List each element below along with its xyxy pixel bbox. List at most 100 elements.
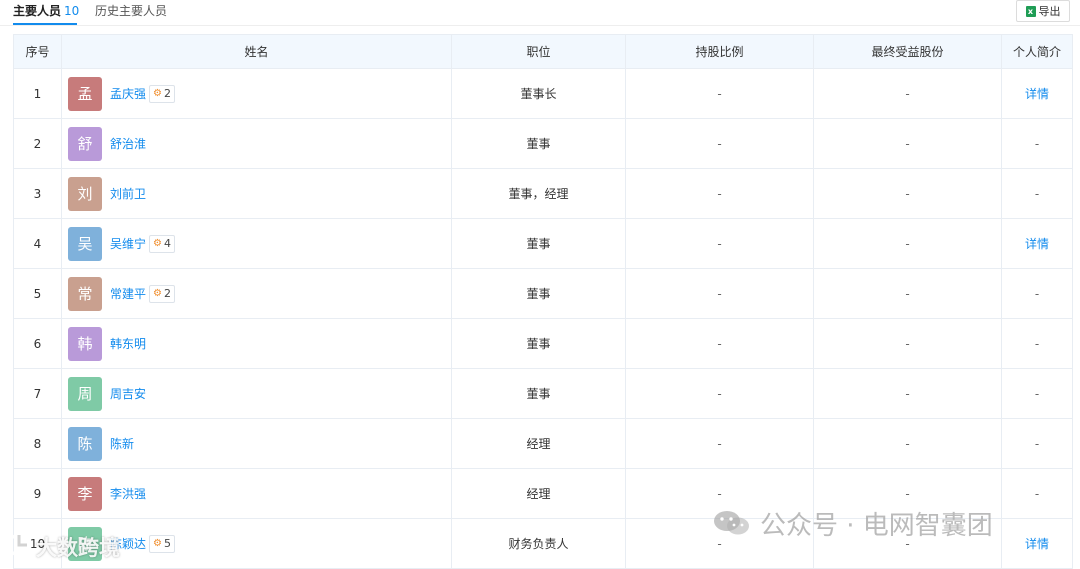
seq-cell: 8 [13,418,62,469]
table-row: 6 韩韩东明 董事 - - - [13,318,1073,369]
table-header-row: 序号 姓名 职位 持股比例 最终受益股份 个人简介 [13,34,1073,69]
profile-cell: - [1001,468,1073,519]
name-cell: 周周吉安 [61,368,452,419]
watermark-brand: 大数跨境 [6,530,120,564]
profile-detail-link[interactable]: 详情 [1001,518,1073,569]
table-body: 1 孟孟庆强 ⚙ 2 董事长 - - 详情 2 舒舒治淮 董事 - - -3 刘刘前卫 董事，经理 - - -4 吴吴… [13,68,1073,569]
person-name-link[interactable]: 刘前卫 [110,185,146,202]
profile-detail-link[interactable]: 详情 [1001,68,1073,119]
position-cell: 经理 [451,468,626,519]
relation-badge[interactable]: ⚙ 5 [149,534,175,553]
profile-cell: - [1001,418,1073,469]
shareholding-cell: - [625,418,814,469]
shareholding-cell: - [625,218,814,269]
relation-badge[interactable]: ⚙ 2 [149,284,175,303]
tab-main-personnel-label: 主要人员 [13,4,62,18]
avatar: 舒 [68,126,102,161]
relation-count: 5 [163,537,171,550]
tab-divider [0,25,1080,26]
person-name-link[interactable]: 孟庆强 [110,85,146,102]
avatar: 孟 [68,76,102,111]
export-button[interactable]: x 导出 [1016,0,1070,22]
avatar: 周 [68,376,102,411]
relation-graph-icon: ⚙ [153,537,162,549]
position-cell: 董事，经理 [451,168,626,219]
profile-detail-link[interactable]: 详情 [1001,218,1073,269]
beneficial-share-cell: - [813,68,1002,119]
beneficial-share-cell: - [813,268,1002,319]
seq-cell: 5 [13,268,62,319]
watermark-left-text: 大数跨境 [36,536,120,560]
person-name-link[interactable]: 周吉安 [110,385,146,402]
relation-graph-icon: ⚙ [153,237,162,249]
header-seq: 序号 [13,34,62,69]
beneficial-share-cell: - [813,218,1002,269]
avatar: 陈 [68,426,102,461]
position-cell: 董事 [451,268,626,319]
table-row: 4 吴吴维宁 ⚙ 4 董事 - - 详情 [13,218,1073,269]
tab-history-personnel[interactable]: 历史主要人员 [95,3,167,19]
avatar: 韩 [68,326,102,361]
seq-cell: 6 [13,318,62,369]
seq-cell: 4 [13,218,62,269]
export-button-label: 导出 [1038,5,1061,18]
watermark-official-account: 公众号 · 电网智囊团 [712,505,993,541]
personnel-table: 序号 姓名 职位 持股比例 最终受益股份 个人简介 1 孟孟庆强 ⚙ 2 董事长 - - 详情… [13,34,1073,569]
table-row: 8 陈陈新 经理 - - - [13,418,1073,469]
avatar: 吴 [68,226,102,261]
position-cell: 董事长 [451,68,626,119]
name-cell: 孟孟庆强 ⚙ 2 [61,68,452,119]
header-profile: 个人简介 [1001,34,1073,69]
tab-bar: 主要人员 10 历史主要人员 x 导出 [0,0,1080,30]
name-cell: 李李洪强 [61,468,452,519]
person-name-link[interactable]: 常建平 [110,285,146,302]
header-name: 姓名 [61,34,452,69]
person-name-link[interactable]: 韩东明 [110,335,146,352]
tab-main-personnel[interactable]: 主要人员 10 [13,3,79,19]
relation-badge[interactable]: ⚙ 2 [149,84,175,103]
person-name-link[interactable]: 吴维宁 [110,235,146,252]
seq-cell: 7 [13,368,62,419]
shareholding-cell: - [625,118,814,169]
beneficial-share-cell: - [813,118,1002,169]
position-cell: 董事 [451,368,626,419]
shareholding-cell: - [625,168,814,219]
relation-count: 4 [163,237,171,250]
position-cell: 财务负责人 [451,518,626,569]
relation-badge[interactable]: ⚙ 4 [149,234,175,253]
relation-graph-icon: ⚙ [153,287,162,299]
position-cell: 经理 [451,418,626,469]
header-beneficial-share: 最终受益股份 [813,34,1002,69]
profile-cell: - [1001,118,1073,169]
table-row: 1 孟孟庆强 ⚙ 2 董事长 - - 详情 [13,68,1073,119]
shareholding-cell: - [625,318,814,369]
name-cell: 刘刘前卫 [61,168,452,219]
position-cell: 董事 [451,118,626,169]
avatar: 刘 [68,176,102,211]
position-cell: 董事 [451,318,626,369]
name-cell: 韩韩东明 [61,318,452,369]
shareholding-cell: - [625,68,814,119]
profile-cell: - [1001,168,1073,219]
table-row: 2 舒舒治淮 董事 - - - [13,118,1073,169]
name-cell: 舒舒治淮 [61,118,452,169]
person-name-link[interactable]: 李洪强 [110,485,146,502]
seq-cell: 2 [13,118,62,169]
beneficial-share-cell: - [813,368,1002,419]
seq-cell: 9 [13,468,62,519]
excel-icon: x [1025,5,1036,17]
table-row: 5 常常建平 ⚙ 2 董事 - - - [13,268,1073,319]
person-name-link[interactable]: 舒治淮 [110,135,146,152]
profile-cell: - [1001,268,1073,319]
beneficial-share-cell: - [813,418,1002,469]
table-row: 7 周周吉安 董事 - - - [13,368,1073,419]
seq-cell: 3 [13,168,62,219]
wechat-icon [712,509,752,537]
beneficial-share-cell: - [813,318,1002,369]
watermark-right-text: 公众号 · 电网智囊团 [760,510,993,541]
table-row: 3 刘刘前卫 董事，经理 - - - [13,168,1073,219]
relation-count: 2 [163,87,171,100]
header-position: 职位 [451,34,626,69]
position-cell: 董事 [451,218,626,269]
person-name-link[interactable]: 陈新 [110,435,134,452]
